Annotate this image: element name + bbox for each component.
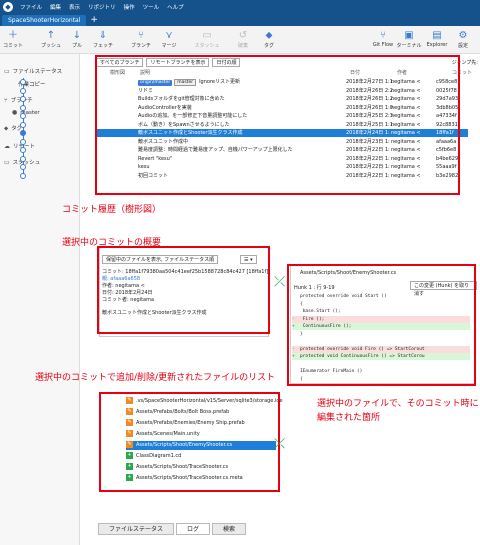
graph-commit-node [20,87,26,94]
stash-icon: ▭ [202,30,212,41]
graph-commit-node [20,147,26,153]
commit-button[interactable]: ＋コミット [0,29,30,49]
tab-file-status[interactable]: ファイルステータス [98,523,175,535]
menu-view[interactable]: 表示 [65,3,84,11]
menu-repository[interactable]: リポジトリ [84,3,120,11]
tab-bar: SpaceShooterHorizontal + [0,14,480,26]
graph-commit-node [20,96,26,102]
arrow-icon-summary: ⤫ [274,274,286,290]
branch-icon: ⑂ [4,97,8,104]
diff-highlight-box [287,264,476,386]
sidebar: ▭ファイルステータス 作業コピー ⑂ブランチ ●master ⬥タグ ☁リモート… [0,54,80,545]
tab-log[interactable]: ログ [176,523,211,535]
cloud-icon: ☁ [4,143,10,150]
graph-commit-node [20,121,26,128]
graph-commit-node [20,104,26,111]
merge-icon: ⋎ [165,30,173,41]
tag-icon: ⬥ [265,30,273,41]
app-logo-icon: ◆ [3,2,13,12]
menu-tools[interactable]: ツール [139,3,164,11]
stash-button[interactable]: ▭ スタッシュ [190,29,224,49]
graph-commit-node [20,138,26,145]
menu-actions[interactable]: 操作 [120,3,139,11]
fetch-icon: ⇓ [98,30,108,41]
history-annotation: コミット履歴（樹形図） [62,205,162,215]
graph-commit-node [20,155,26,162]
menu-edit[interactable]: 編集 [46,3,65,11]
graph-commit-node [20,113,26,119]
monitor-icon: ▭ [4,68,10,75]
settings-button[interactable]: ⚙ 設定 [446,29,480,49]
summary-highlight-box [97,246,270,334]
graph-commit-node [20,130,26,136]
tag-button[interactable]: ⬥ タグ [252,29,286,49]
arrow-icon-files: ⤫ [274,436,286,452]
bottom-tabs: ファイルステータス ログ 検索 [98,523,248,535]
tab-search[interactable]: 検索 [212,523,247,535]
files-highlight-box [99,392,280,492]
sidebar-item-branches[interactable]: ⑂ブランチ [4,96,33,104]
menu-file[interactable]: ファイル [16,3,46,11]
fetch-button[interactable]: ⇓ フェッチ [86,29,120,49]
graph-commit-node [20,172,26,179]
add-tab-button[interactable]: + [90,15,98,26]
merge-button[interactable]: ⋎ マージ [152,29,186,49]
graph-commit-node [20,164,26,170]
graph-commit-node [20,79,26,85]
tag-icon: ⬥ [4,125,9,132]
current-branch-icon: ● [12,109,18,116]
history-highlight-box [95,55,460,195]
stash-icon: ▭ [4,159,10,166]
title-bar: ◆ ファイル 編集 表示 リポジトリ 操作 ツール ヘルプ [0,0,480,14]
diff-annotation-line1: 選択中のファイルで、そのコミット時に [317,399,479,409]
plus-icon: ＋ [8,30,18,41]
gear-icon: ⚙ [458,30,468,41]
toolbar: ＋コミット ↑ プッシュ ↓ プル ⇓ フェッチ ⑂ ブランチ ⋎ マージ ▭ スタッシュ … [0,26,480,54]
files-annotation: 選択中のコミットで追加/削除/更新されたファイルのリスト [35,373,276,383]
sidebar-item-file-status[interactable]: ▭ ファイルステータス [4,67,62,75]
menu-help[interactable]: ヘルプ [163,3,188,11]
tab-repository[interactable]: SpaceShooterHorizontal [2,15,87,26]
diff-annotation-line2: 編集された箇所 [317,413,381,423]
